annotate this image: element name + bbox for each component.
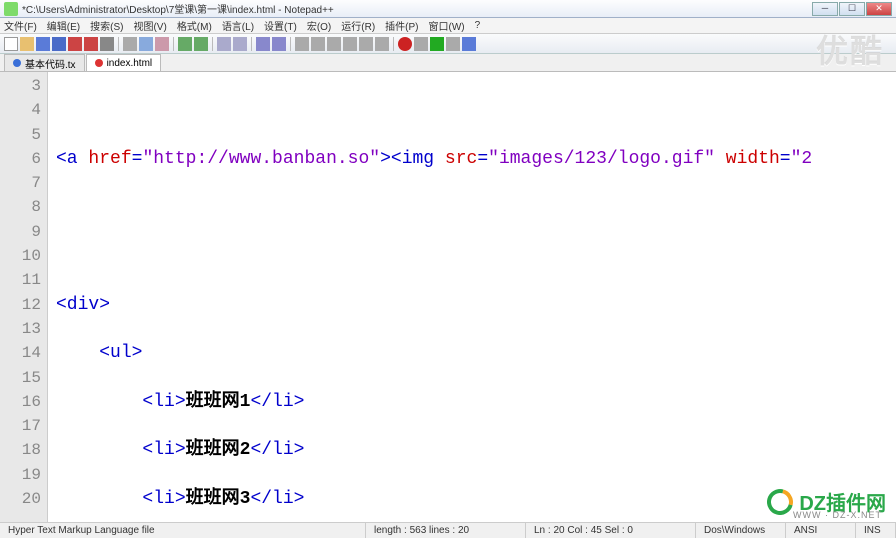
code-line: <div>: [56, 293, 896, 317]
tab-1[interactable]: index.html: [86, 54, 162, 71]
menu-file[interactable]: 文件(F): [4, 18, 37, 33]
minimize-button[interactable]: ─: [812, 2, 838, 16]
save-macro-icon[interactable]: [462, 37, 476, 51]
toolbar-separator: [251, 37, 252, 51]
line-number: 15: [0, 366, 41, 390]
line-number: 6: [0, 147, 41, 171]
indent-guide-icon[interactable]: [343, 37, 357, 51]
line-number: 13: [0, 317, 41, 341]
menu-language[interactable]: 语言(L): [222, 18, 254, 33]
tab-label: index.html: [107, 58, 153, 69]
menu-tools[interactable]: 插件(P): [385, 18, 418, 33]
status-position: Ln : 20 Col : 45 Sel : 0: [526, 523, 696, 538]
line-number: 9: [0, 220, 41, 244]
tab-label: 基本代码.tx: [25, 56, 76, 71]
window-titlebar: *C:\Users\Administrator\Desktop\7堂课\第一课\…: [0, 0, 896, 18]
toolbar-separator: [393, 37, 394, 51]
open-file-icon[interactable]: [20, 37, 34, 51]
code-line: [56, 244, 896, 268]
status-length: length : 563 lines : 20: [366, 523, 526, 538]
redo-icon[interactable]: [194, 37, 208, 51]
close-button[interactable]: ✕: [866, 2, 892, 16]
menu-view[interactable]: 视图(V): [133, 18, 166, 33]
menu-search[interactable]: 搜索(S): [90, 18, 123, 33]
line-number: 20: [0, 487, 41, 511]
paste-icon[interactable]: [155, 37, 169, 51]
menu-help[interactable]: ?: [475, 20, 481, 31]
menu-settings[interactable]: 设置(T): [264, 18, 297, 33]
code-line: [56, 195, 896, 219]
line-number: 19: [0, 463, 41, 487]
line-number: 10: [0, 244, 41, 268]
code-line: [56, 98, 896, 122]
line-number: 12: [0, 293, 41, 317]
line-number: 16: [0, 390, 41, 414]
copy-icon[interactable]: [139, 37, 153, 51]
zoom-in-icon[interactable]: [256, 37, 270, 51]
line-number: 4: [0, 98, 41, 122]
tab-bar: 基本代码.tx index.html: [0, 54, 896, 72]
line-number: 14: [0, 341, 41, 365]
close-file-icon[interactable]: [68, 37, 82, 51]
tab-saved-icon: [13, 59, 21, 67]
code-line: <li>班班网1</li>: [56, 390, 896, 414]
watermark-sub: WWW · DZ-X.NET: [793, 510, 882, 520]
doc-map-icon[interactable]: [359, 37, 373, 51]
status-bar: Hyper Text Markup Language file length :…: [0, 522, 896, 538]
repeat-macro-icon[interactable]: [446, 37, 460, 51]
play-macro-icon[interactable]: [430, 37, 444, 51]
line-number: 8: [0, 195, 41, 219]
line-number: 18: [0, 438, 41, 462]
record-macro-icon[interactable]: [398, 37, 412, 51]
cut-icon[interactable]: [123, 37, 137, 51]
toolbar-separator: [212, 37, 213, 51]
undo-icon[interactable]: [178, 37, 192, 51]
line-number: 11: [0, 268, 41, 292]
menu-window[interactable]: 窗口(W): [429, 18, 465, 33]
toolbar-separator: [290, 37, 291, 51]
show-all-icon[interactable]: [327, 37, 341, 51]
app-icon: [4, 2, 18, 16]
toolbar-separator: [118, 37, 119, 51]
menu-format[interactable]: 格式(M): [177, 18, 212, 33]
menu-edit[interactable]: 编辑(E): [47, 18, 80, 33]
window-title: *C:\Users\Administrator\Desktop\7堂课\第一课\…: [22, 1, 812, 16]
save-icon[interactable]: [36, 37, 50, 51]
menu-macro[interactable]: 宏(O): [307, 18, 331, 33]
status-filetype: Hyper Text Markup Language file: [0, 523, 366, 538]
toolbar: [0, 34, 896, 54]
find-icon[interactable]: [217, 37, 231, 51]
editor-area[interactable]: 3 4 5 6 7 8 9 10 11 12 13 14 15 16 17 18…: [0, 72, 896, 522]
new-file-icon[interactable]: [4, 37, 18, 51]
print-icon[interactable]: [100, 37, 114, 51]
status-encoding: ANSI: [786, 523, 856, 538]
window-controls: ─ ☐ ✕: [812, 2, 892, 16]
toolbar-separator: [173, 37, 174, 51]
stop-macro-icon[interactable]: [414, 37, 428, 51]
sync-scroll-icon[interactable]: [295, 37, 309, 51]
tab-0[interactable]: 基本代码.tx: [4, 54, 85, 71]
replace-icon[interactable]: [233, 37, 247, 51]
wordwrap-icon[interactable]: [311, 37, 325, 51]
func-list-icon[interactable]: [375, 37, 389, 51]
line-number-gutter: 3 4 5 6 7 8 9 10 11 12 13 14 15 16 17 18…: [0, 72, 48, 522]
line-number: 5: [0, 123, 41, 147]
close-all-icon[interactable]: [84, 37, 98, 51]
status-eol: Dos\Windows: [696, 523, 786, 538]
line-number: 7: [0, 171, 41, 195]
tab-unsaved-icon: [95, 59, 103, 67]
code-line: <li>班班网2</li>: [56, 438, 896, 462]
line-number: 17: [0, 414, 41, 438]
status-insert-mode: INS: [856, 523, 896, 538]
zoom-out-icon[interactable]: [272, 37, 286, 51]
code-line: <a href="http://www.banban.so"><img src=…: [56, 147, 896, 171]
watermark-top: 优酷: [816, 26, 884, 72]
menu-bar: 文件(F) 编辑(E) 搜索(S) 视图(V) 格式(M) 语言(L) 设置(T…: [0, 18, 896, 34]
code-line: <ul>: [56, 341, 896, 365]
code-content[interactable]: <a href="http://www.banban.so"><img src=…: [48, 72, 896, 522]
menu-run[interactable]: 运行(R): [341, 18, 375, 33]
maximize-button[interactable]: ☐: [839, 2, 865, 16]
line-number: 3: [0, 74, 41, 98]
save-all-icon[interactable]: [52, 37, 66, 51]
